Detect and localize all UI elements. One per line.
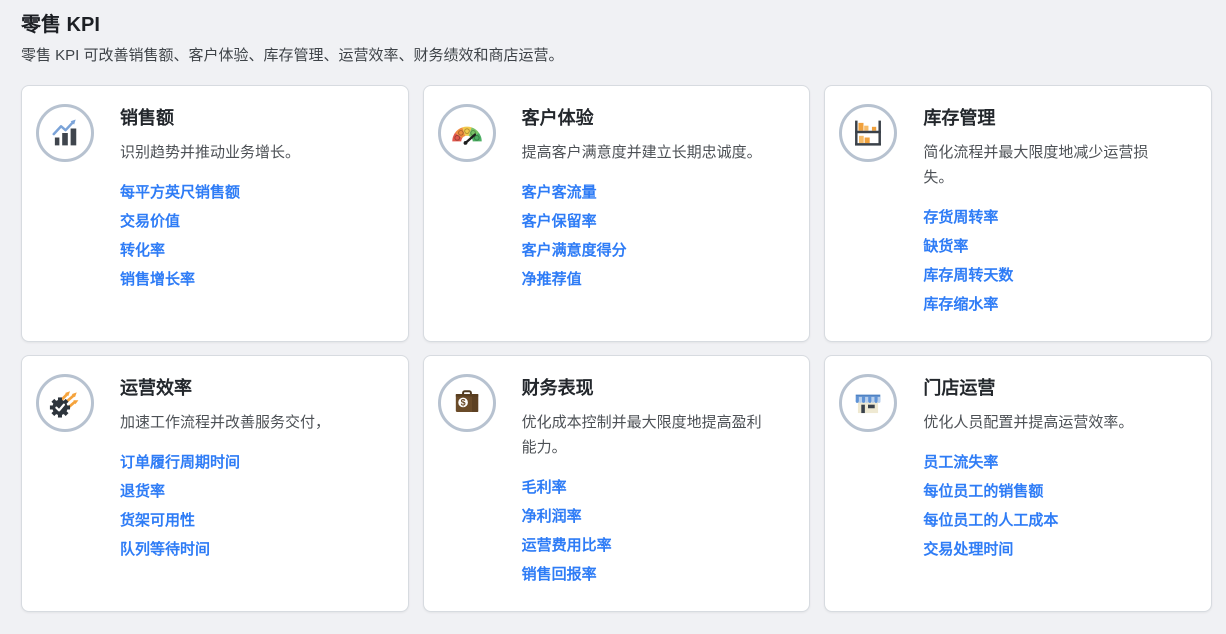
kpi-card: 销售额 识别趋势并推动业务增长。 每平方英尺销售额交易价值转化率销售增长率 <box>21 85 409 342</box>
kpi-page: 零售 KPI 零售 KPI 可改善销售额、客户体验、库存管理、运营效率、财务绩效… <box>0 0 1226 634</box>
kpi-link-item: 订单履行周期时间 <box>120 454 330 471</box>
kpi-link-list: 订单履行周期时间退货率货架可用性队列等待时间 <box>120 454 330 558</box>
card-body: 门店运营 优化人员配置并提高运营效率。 员工流失率每位员工的销售额每位员工的人工… <box>923 372 1133 595</box>
card-description: 识别趋势并推动业务增长。 <box>120 140 300 165</box>
kpi-link-list: 存货周转率缺货率库存周转天数库存缩水率 <box>923 209 1177 313</box>
card-description: 加速工作流程并改善服务交付， <box>120 410 330 435</box>
kpi-link[interactable]: 运营费用比率 <box>522 537 612 554</box>
card-icon-circle: $ <box>438 374 496 432</box>
kpi-link[interactable]: 净推荐值 <box>522 271 582 288</box>
card-title: 财务表现 <box>522 376 776 400</box>
card-description: 提高客户满意度并建立长期忠诚度。 <box>522 140 762 165</box>
kpi-link-item: 净推荐值 <box>522 271 762 288</box>
card-icon-circle <box>839 104 897 162</box>
card-title: 库存管理 <box>923 106 1177 130</box>
kpi-link[interactable]: 客户客流量 <box>522 184 597 201</box>
kpi-link[interactable]: 库存缩水率 <box>923 296 998 313</box>
page-subtitle: 零售 KPI 可改善销售额、客户体验、库存管理、运营效率、财务绩效和商店运营。 <box>21 46 1212 66</box>
card-title: 客户体验 <box>522 106 762 130</box>
kpi-link[interactable]: 销售回报率 <box>522 566 597 583</box>
kpi-link-item: 队列等待时间 <box>120 541 330 558</box>
card-description: 优化人员配置并提高运营效率。 <box>923 410 1133 435</box>
kpi-card: 门店运营 优化人员配置并提高运营效率。 员工流失率每位员工的销售额每位员工的人工… <box>824 355 1212 612</box>
card-body: 销售额 识别趋势并推动业务增长。 每平方英尺销售额交易价值转化率销售增长率 <box>120 102 300 325</box>
kpi-link-item: 运营费用比率 <box>522 537 776 554</box>
kpi-link-item: 毛利率 <box>522 479 776 496</box>
storefront-icon <box>849 384 887 422</box>
kpi-link-list: 每平方英尺销售额交易价值转化率销售增长率 <box>120 184 300 288</box>
kpi-link[interactable]: 员工流失率 <box>923 454 998 471</box>
kpi-link[interactable]: 交易价值 <box>120 213 180 230</box>
kpi-link[interactable]: 缺货率 <box>923 238 968 255</box>
kpi-link-item: 缺货率 <box>923 238 1177 255</box>
kpi-link[interactable]: 每位员工的销售额 <box>923 483 1043 500</box>
kpi-link[interactable]: 交易处理时间 <box>923 541 1013 558</box>
kpi-link-item: 每位员工的人工成本 <box>923 512 1133 529</box>
kpi-link-item: 客户保留率 <box>522 213 762 230</box>
card-title: 运营效率 <box>120 376 330 400</box>
kpi-card: 运营效率 加速工作流程并改善服务交付， 订单履行周期时间退货率货架可用性队列等待… <box>21 355 409 612</box>
kpi-card: $ 财务表现 优化成本控制并最大限度地提高盈利能力。 毛利率净利润率运营费用比率… <box>423 355 811 612</box>
kpi-link[interactable]: 每位员工的人工成本 <box>923 512 1058 529</box>
kpi-link[interactable]: 存货周转率 <box>923 209 998 226</box>
kpi-link-item: 销售回报率 <box>522 566 776 583</box>
satisfaction-gauge-icon <box>447 119 487 147</box>
kpi-link[interactable]: 货架可用性 <box>120 512 195 529</box>
kpi-link[interactable]: 退货率 <box>120 483 165 500</box>
kpi-link-list: 员工流失率每位员工的销售额每位员工的人工成本交易处理时间 <box>923 454 1133 558</box>
kpi-link[interactable]: 每平方英尺销售额 <box>120 184 240 201</box>
kpi-link[interactable]: 销售增长率 <box>120 271 195 288</box>
kpi-link-item: 员工流失率 <box>923 454 1133 471</box>
gear-arrows-icon <box>46 384 84 422</box>
kpi-link[interactable]: 净利润率 <box>522 508 582 525</box>
kpi-link-item: 交易处理时间 <box>923 541 1133 558</box>
card-icon-circle <box>36 104 94 162</box>
kpi-link-item: 销售增长率 <box>120 271 300 288</box>
kpi-link-list: 毛利率净利润率运营费用比率销售回报率 <box>522 479 776 583</box>
bar-chart-growth-icon <box>47 115 83 151</box>
kpi-link-item: 净利润率 <box>522 508 776 525</box>
kpi-card: 客户体验 提高客户满意度并建立长期忠诚度。 客户客流量客户保留率客户满意度得分净… <box>423 85 811 342</box>
kpi-link-item: 库存周转天数 <box>923 267 1177 284</box>
kpi-card-grid: 销售额 识别趋势并推动业务增长。 每平方英尺销售额交易价值转化率销售增长率 客户… <box>21 85 1212 612</box>
kpi-link-item: 客户客流量 <box>522 184 762 201</box>
kpi-link-item: 交易价值 <box>120 213 300 230</box>
card-body: 运营效率 加速工作流程并改善服务交付， 订单履行周期时间退货率货架可用性队列等待… <box>120 372 330 595</box>
kpi-link[interactable]: 客户满意度得分 <box>522 242 627 259</box>
card-body: 财务表现 优化成本控制并最大限度地提高盈利能力。 毛利率净利润率运营费用比率销售… <box>522 372 776 595</box>
kpi-link[interactable]: 转化率 <box>120 242 165 259</box>
card-icon-circle <box>438 104 496 162</box>
card-title: 门店运营 <box>923 376 1133 400</box>
kpi-link[interactable]: 订单履行周期时间 <box>120 454 240 471</box>
kpi-link-item: 每位员工的销售额 <box>923 483 1133 500</box>
kpi-link-item: 库存缩水率 <box>923 296 1177 313</box>
kpi-link[interactable]: 队列等待时间 <box>120 541 210 558</box>
kpi-link-item: 货架可用性 <box>120 512 330 529</box>
kpi-link[interactable]: 毛利率 <box>522 479 567 496</box>
card-body: 客户体验 提高客户满意度并建立长期忠诚度。 客户客流量客户保留率客户满意度得分净… <box>522 102 762 325</box>
card-description: 优化成本控制并最大限度地提高盈利能力。 <box>522 410 776 460</box>
svg-text:$: $ <box>460 397 465 407</box>
inventory-shelf-icon <box>850 115 886 151</box>
kpi-link-item: 转化率 <box>120 242 300 259</box>
card-title: 销售额 <box>120 106 300 130</box>
kpi-link-item: 每平方英尺销售额 <box>120 184 300 201</box>
kpi-link-item: 客户满意度得分 <box>522 242 762 259</box>
kpi-link-item: 存货周转率 <box>923 209 1177 226</box>
card-description: 简化流程并最大限度地减少运营损失。 <box>923 140 1177 190</box>
card-icon-circle <box>36 374 94 432</box>
kpi-link[interactable]: 客户保留率 <box>522 213 597 230</box>
card-icon-circle <box>839 374 897 432</box>
kpi-link-list: 客户客流量客户保留率客户满意度得分净推荐值 <box>522 184 762 288</box>
briefcase-dollar-icon: $ <box>448 384 486 422</box>
kpi-link-item: 退货率 <box>120 483 330 500</box>
page-title: 零售 KPI <box>21 12 1212 38</box>
card-body: 库存管理 简化流程并最大限度地减少运营损失。 存货周转率缺货率库存周转天数库存缩… <box>923 102 1177 325</box>
kpi-link[interactable]: 库存周转天数 <box>923 267 1013 284</box>
kpi-card: 库存管理 简化流程并最大限度地减少运营损失。 存货周转率缺货率库存周转天数库存缩… <box>824 85 1212 342</box>
